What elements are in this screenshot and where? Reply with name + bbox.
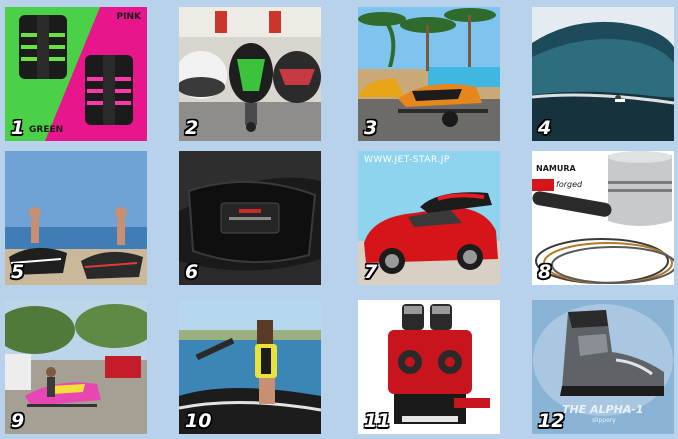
- tile-7-url-watermark: WWW.JET-STAR.JP: [364, 155, 450, 165]
- street-meet-image: [5, 300, 147, 434]
- tile-number: 7: [364, 261, 378, 283]
- pool-trailer-image: [358, 7, 500, 141]
- tile-number: 3: [364, 117, 378, 139]
- tile-number: 12: [538, 410, 565, 432]
- beach-riders-image: [5, 151, 147, 285]
- red-car-image: [358, 151, 500, 285]
- gallery-tile-9-street-meet[interactable]: 9: [5, 300, 147, 434]
- gallery-tile-2-jet-skis-showroom[interactable]: 2: [179, 7, 321, 141]
- showroom-image: [179, 7, 321, 141]
- gallery-tile-8-forged-piston[interactable]: NAMURA forged 8: [532, 151, 674, 285]
- gallery-tile-3-trailer-pool[interactable]: 3: [358, 7, 500, 141]
- tile-12-product-name: THE ALPHA-1: [562, 403, 644, 416]
- gallery-tile-5-beach-riders[interactable]: 5: [5, 151, 147, 285]
- tile-number: 4: [538, 117, 552, 139]
- life-vests-image: [5, 7, 147, 141]
- tile-number: 1: [11, 117, 25, 139]
- gallery-tile-11-engine[interactable]: 11: [358, 300, 500, 434]
- gallery-tile-1-life-vests[interactable]: PINK GREEN 1: [5, 7, 147, 141]
- tile-12-maker: slippery: [592, 417, 616, 424]
- storage-compartment-image: [179, 151, 321, 285]
- tile-number: 6: [185, 261, 199, 283]
- gallery-tile-7-red-car[interactable]: WWW.JET-STAR.JP 7: [358, 151, 500, 285]
- tile-1-label-pink: PINK: [116, 12, 141, 22]
- tile-number: 11: [364, 410, 391, 432]
- tile-number: 2: [185, 117, 199, 139]
- tile-number: 8: [538, 261, 552, 283]
- tile-number: 10: [185, 410, 212, 432]
- tile-1-label-green: GREEN: [29, 125, 64, 135]
- gallery-tile-6-storage-compartment[interactable]: 6: [179, 151, 321, 285]
- big-wave-image: [532, 7, 674, 141]
- gallery-tile-10-rider-vest[interactable]: 10: [179, 300, 321, 434]
- tile-8-brand-label: NAMURA: [536, 164, 576, 173]
- gallery-tile-12-alpha-1-boot[interactable]: THE ALPHA-1 slippery 12: [532, 300, 674, 434]
- gallery-tile-4-big-wave[interactable]: 4: [532, 7, 674, 141]
- tile-number: 5: [11, 261, 25, 283]
- tile-number: 9: [11, 410, 25, 432]
- tile-8-forged-label: forged: [556, 180, 583, 189]
